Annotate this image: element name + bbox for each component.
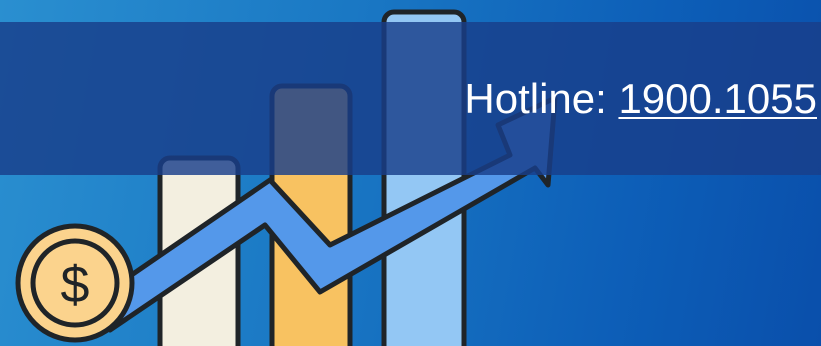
dollar-sign: $ — [61, 256, 90, 314]
hotline-label: Hotline: — [464, 75, 607, 122]
hotline-number-link[interactable]: 1900.1055 — [618, 75, 817, 122]
dollar-coin-icon: $ — [15, 223, 135, 343]
hotline-info: Hotline: 1900.1055 — [464, 74, 817, 124]
